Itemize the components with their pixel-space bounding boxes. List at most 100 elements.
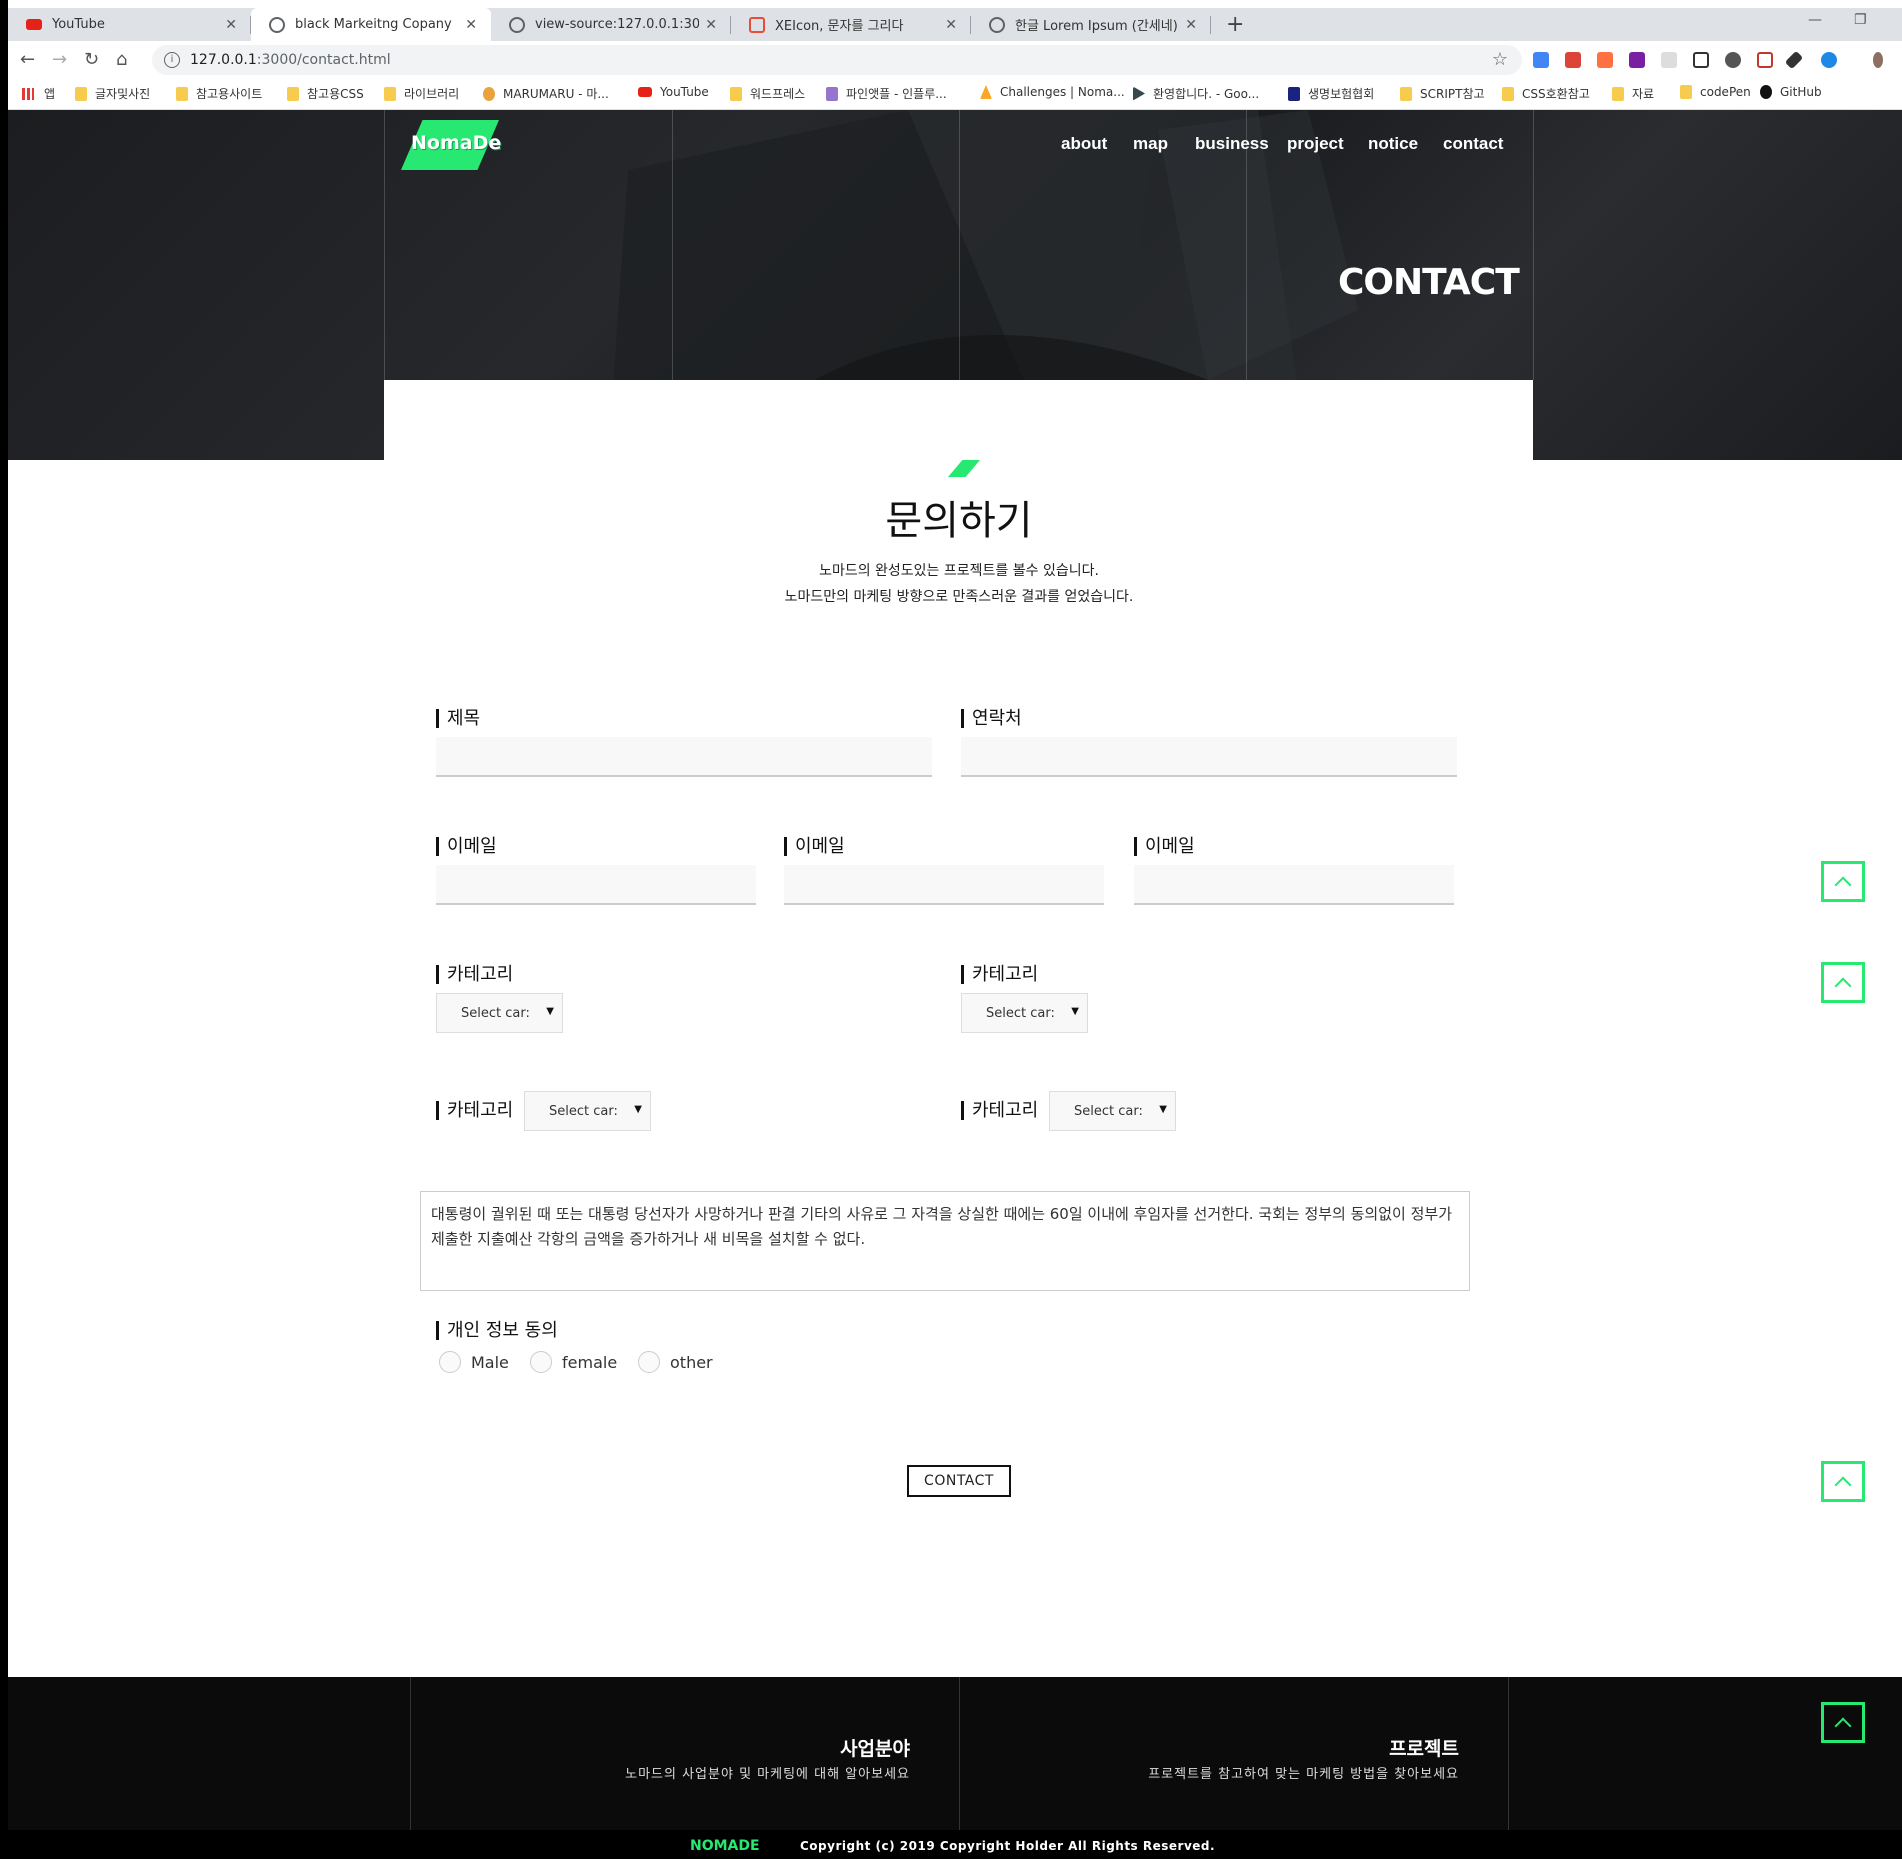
footer-divider	[410, 1677, 411, 1830]
radio-circle[interactable]	[530, 1351, 552, 1373]
bookmark-apps[interactable]: 앱	[22, 85, 55, 102]
forward-icon[interactable]: →	[52, 49, 67, 70]
bookmark-item[interactable]: SCRIPT참고	[1400, 85, 1485, 102]
pocket-extension-icon[interactable]	[1693, 52, 1709, 68]
bookmark-label: GitHub	[1780, 85, 1822, 99]
address-bar[interactable]: i 127.0.0.1:3000/contact.html ☆	[152, 45, 1522, 75]
close-icon[interactable]: ✕	[465, 17, 477, 33]
nav-project[interactable]: project	[1287, 134, 1344, 154]
bookmark-item[interactable]: 생명보험협회	[1288, 85, 1374, 102]
tab-separator	[1210, 16, 1211, 34]
radio-other[interactable]: other	[638, 1351, 713, 1373]
footer-divider	[959, 1677, 960, 1830]
radio-circle[interactable]	[439, 1351, 461, 1373]
phone-label: 연락처	[961, 709, 1022, 728]
scroll-top-button[interactable]	[1821, 1702, 1865, 1743]
minimize-icon[interactable]: —	[1808, 12, 1822, 28]
bookmark-item[interactable]: YouTube	[638, 85, 709, 99]
category-select-4[interactable]: Select car: ▼	[1049, 1091, 1176, 1131]
url-host: 127.0.0.1	[190, 52, 257, 68]
tab-xeicon[interactable]: XEIcon, 문자를 그리다 ✕	[731, 8, 971, 41]
extension-icon[interactable]	[1757, 52, 1773, 68]
extension-icon[interactable]	[1565, 52, 1581, 68]
restore-icon[interactable]: ❐	[1854, 12, 1867, 28]
bookmark-item[interactable]: 파인앳플 - 인플루...	[826, 85, 947, 102]
bookmark-item[interactable]: 라이브러리	[384, 85, 459, 102]
nav-about[interactable]: about	[1061, 134, 1107, 154]
bookmark-item[interactable]: Challenges | Noma...	[980, 85, 1125, 99]
email-label: 이메일	[1134, 837, 1195, 856]
email-input-2[interactable]	[784, 865, 1104, 905]
bookmark-item[interactable]: CSS호환참고	[1502, 85, 1590, 102]
bookmark-item[interactable]: 자료	[1612, 85, 1654, 102]
bookmark-item[interactable]: 글자및사진	[75, 85, 150, 102]
tab-youtube[interactable]: YouTube ✕	[8, 8, 251, 41]
nav-map[interactable]: map	[1133, 134, 1168, 154]
browser-toolbar: ← → ↻ ⌂ i 127.0.0.1:3000/contact.html ☆	[8, 41, 1902, 79]
footer: 사업분야 노마드의 사업분야 및 마케팅에 대해 알아보세요 프로젝트 프로젝트…	[8, 1677, 1902, 1830]
category-label: 카테고리	[961, 965, 1038, 984]
extension-icon[interactable]	[1725, 52, 1741, 68]
message-textarea[interactable]: 대통령이 궐위된 때 또는 대통령 당선자가 사망하거나 판결 기타의 사유로 …	[420, 1191, 1470, 1291]
home-icon[interactable]: ⌂	[116, 49, 127, 70]
youtube-icon	[638, 87, 652, 97]
site-logo[interactable]: NomaDe	[401, 120, 501, 170]
close-icon[interactable]: ✕	[1185, 17, 1197, 33]
email-input-3[interactable]	[1134, 865, 1454, 905]
pen-extension-icon[interactable]	[1784, 50, 1804, 70]
radio-circle[interactable]	[638, 1351, 660, 1373]
tab-title: 한글 Lorem Ipsum (간세네)	[1015, 19, 1178, 34]
scroll-top-button[interactable]	[1821, 962, 1865, 1003]
radio-male[interactable]: Male	[439, 1351, 509, 1373]
tab-view-source[interactable]: view-source:127.0.0.1:3000/map ✕	[491, 8, 731, 41]
nav-contact[interactable]: contact	[1443, 134, 1503, 154]
section-title: 문의하기	[885, 498, 1033, 544]
new-tab-button[interactable]: +	[1226, 12, 1244, 37]
scroll-top-button[interactable]	[1821, 861, 1865, 902]
onenote-extension-icon[interactable]	[1629, 52, 1645, 68]
extension-icon[interactable]	[1661, 52, 1677, 68]
bookmark-item[interactable]: 참고용CSS	[287, 85, 364, 102]
nav-business[interactable]: business	[1195, 134, 1269, 154]
tab-lorem-ipsum[interactable]: 한글 Lorem Ipsum (간세네) ✕	[971, 8, 1211, 41]
category-select-1[interactable]: Select car: ▼	[436, 993, 563, 1033]
bookmark-item[interactable]: 참고용사이트	[176, 85, 262, 102]
bookmark-label: CSS호환참고	[1522, 87, 1590, 101]
marumaru-icon	[483, 86, 495, 101]
email-input-1[interactable]	[436, 865, 756, 905]
bookmark-label: codePen	[1700, 85, 1751, 99]
bookmark-star-icon[interactable]: ☆	[1492, 49, 1508, 70]
tab-black-marketing[interactable]: black Markeitng Copany ✕	[251, 8, 491, 41]
bookmark-item[interactable]: 워드프레스	[730, 85, 805, 102]
phone-input[interactable]	[961, 737, 1457, 777]
bookmark-label: 환영합니다. - Goo...	[1153, 87, 1260, 101]
footer-project-title[interactable]: 프로젝트	[1389, 1734, 1459, 1761]
bookmark-item[interactable]: codePen	[1680, 85, 1751, 99]
category-select-3[interactable]: Select car: ▼	[524, 1091, 651, 1131]
translate-extension-icon[interactable]	[1533, 52, 1549, 68]
browser-chrome: YouTube ✕ black Markeitng Copany ✕ view-…	[8, 0, 1902, 110]
footer-business-title[interactable]: 사업분야	[840, 1734, 910, 1761]
subject-label: 제목	[436, 709, 480, 728]
category-select-2[interactable]: Select car: ▼	[961, 993, 1088, 1033]
reload-icon[interactable]: ↻	[84, 49, 99, 70]
close-icon[interactable]: ✕	[945, 17, 957, 33]
info-icon[interactable]: i	[164, 52, 180, 68]
extension-icon[interactable]	[1597, 52, 1613, 68]
bookmark-site-icon	[826, 86, 838, 101]
bookmark-item[interactable]: GitHub	[1760, 85, 1822, 99]
close-icon[interactable]: ✕	[705, 17, 717, 33]
folder-icon	[176, 86, 188, 101]
bookmark-item[interactable]: 환영합니다. - Goo...	[1133, 85, 1259, 102]
chevron-up-icon	[1834, 1717, 1852, 1734]
nav-notice[interactable]: notice	[1368, 134, 1418, 154]
profile-icon[interactable]	[1873, 52, 1883, 68]
close-icon[interactable]: ✕	[225, 17, 237, 33]
contact-submit-button[interactable]: CONTACT	[907, 1465, 1011, 1497]
radio-female[interactable]: female	[530, 1351, 617, 1373]
bookmark-item[interactable]: MARUMARU - 마...	[483, 85, 609, 102]
back-icon[interactable]: ←	[20, 49, 35, 70]
subject-input[interactable]	[436, 737, 932, 777]
scroll-top-button[interactable]	[1821, 1461, 1865, 1502]
extension-icon[interactable]	[1821, 52, 1837, 68]
